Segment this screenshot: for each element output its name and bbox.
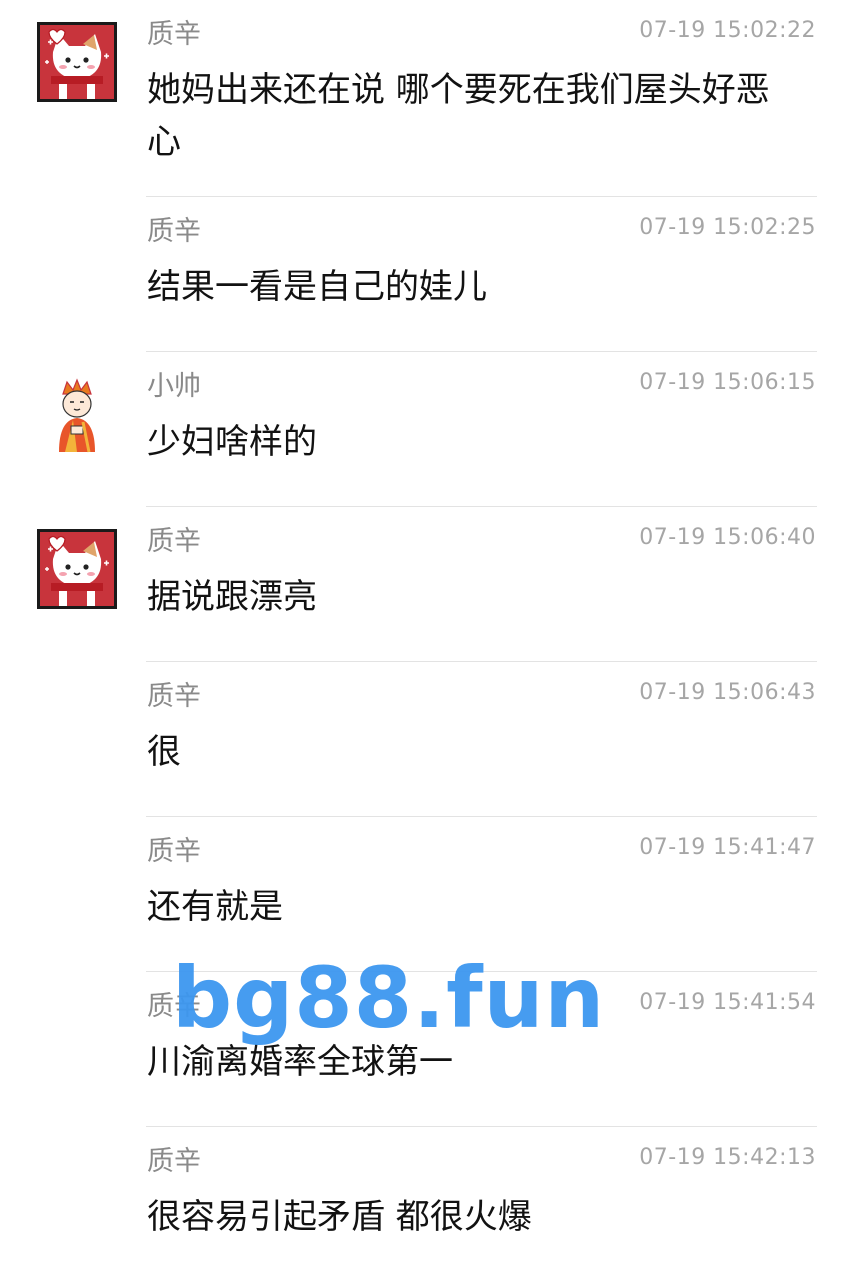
message-item[interactable]: 质辛 07-19 15:42:13 很容易引起矛盾 都很火爆: [0, 1127, 854, 1280]
message-timestamp: 07-19 15:42:13: [639, 1145, 816, 1170]
message-text: 很容易引起矛盾 都很火爆: [147, 1197, 532, 1237]
message-item[interactable]: 质辛 07-19 15:02:25 结果一看是自己的娃儿: [0, 197, 854, 352]
sender-name[interactable]: 质辛: [147, 214, 201, 250]
message-item[interactable]: 小帅 07-19 15:06:15 少妇啥样的: [0, 352, 854, 507]
sender-name[interactable]: 质辛: [147, 834, 201, 870]
sender-name[interactable]: 质辛: [147, 1144, 201, 1180]
chat-message-list: 质辛 07-19 15:02:22 她妈出来还在说 哪个要死在我们屋头好恶心 质…: [0, 0, 854, 1280]
message-text: 还有就是: [147, 887, 283, 927]
message-timestamp: 07-19 15:41:47: [639, 835, 816, 860]
sender-name[interactable]: 质辛: [147, 524, 201, 560]
message-item[interactable]: 质辛 07-19 15:06:40 据说跟漂亮: [0, 507, 854, 662]
message-timestamp: 07-19 15:41:54: [639, 990, 816, 1015]
monk-avatar[interactable]: [37, 374, 117, 454]
message-text: 她妈出来还在说 哪个要死在我们屋头好恶心: [147, 70, 770, 162]
message-timestamp: 07-19 15:06:15: [639, 370, 816, 395]
message-text: 很: [147, 732, 181, 772]
sender-name[interactable]: 质辛: [147, 679, 201, 715]
message-timestamp: 07-19 15:06:43: [639, 680, 816, 705]
sender-name[interactable]: 质辛: [147, 17, 201, 53]
message-item[interactable]: 质辛 07-19 15:02:22 她妈出来还在说 哪个要死在我们屋头好恶心: [0, 0, 854, 197]
message-timestamp: 07-19 15:02:25: [639, 215, 816, 240]
cat-avatar[interactable]: [37, 22, 117, 102]
message-text: 据说跟漂亮: [147, 577, 317, 617]
message-text: 结果一看是自己的娃儿: [147, 267, 487, 307]
message-item[interactable]: 质辛 07-19 15:06:43 很: [0, 662, 854, 817]
message-timestamp: 07-19 15:02:22: [639, 18, 816, 43]
sender-name[interactable]: 小帅: [147, 369, 201, 405]
watermark-text: bg88.fun: [172, 949, 606, 1047]
message-text: 少妇啥样的: [147, 422, 317, 462]
cat-avatar[interactable]: [37, 529, 117, 609]
message-timestamp: 07-19 15:06:40: [639, 525, 816, 550]
